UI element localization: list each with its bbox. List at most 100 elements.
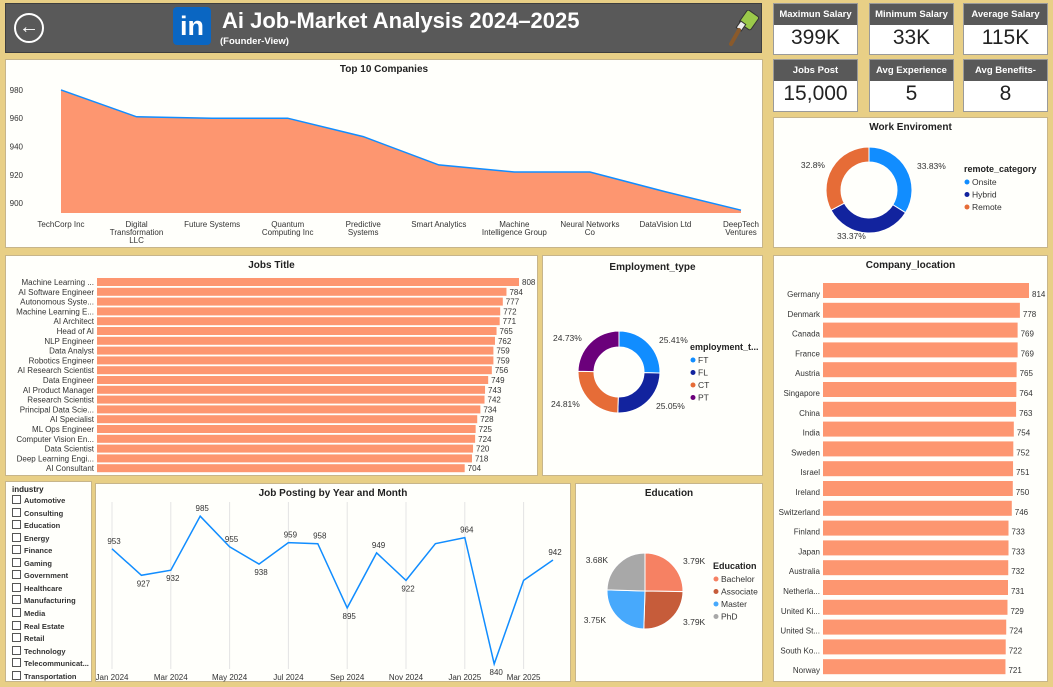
data-label: 725 <box>479 425 493 434</box>
bar <box>823 481 1013 496</box>
kpi-min-salary: Minimum Salary 33K <box>869 3 954 55</box>
paint-brush-icon[interactable] <box>728 10 760 48</box>
kpi-value: 399K <box>790 26 841 49</box>
slicer-item-label: Technology <box>24 646 66 656</box>
bar <box>97 425 476 433</box>
data-label: 840 <box>490 668 504 677</box>
category-label: France <box>795 349 820 358</box>
legend-item: Associate <box>721 587 758 597</box>
checkbox[interactable] <box>12 595 21 605</box>
data-label: 742 <box>488 396 502 405</box>
series-line <box>111 514 554 667</box>
checkbox[interactable] <box>12 658 21 668</box>
category-label: Japan <box>798 547 820 556</box>
legend-item: FL <box>698 368 708 378</box>
slicer-item-label: Automotive <box>24 496 66 505</box>
bar <box>823 382 1017 397</box>
checkbox[interactable] <box>12 633 21 643</box>
slicer-item[interactable]: Gaming <box>12 557 52 571</box>
data-label: 958 <box>313 532 327 541</box>
data-label: 769 <box>1021 349 1035 358</box>
kpi-label: Minimum Salary <box>870 4 953 25</box>
industry-slicer[interactable]: industry Automotive Consulting Education En… <box>5 481 92 682</box>
slicer-item[interactable]: Manufacturing <box>12 595 76 608</box>
company-location-chart: Germany 814 Denmark 778 Canada 769 France 769 Au… <box>779 283 1046 675</box>
checkbox[interactable] <box>12 507 21 517</box>
bar <box>823 342 1018 358</box>
checkbox[interactable] <box>12 570 21 580</box>
data-label: 764 <box>1019 389 1033 398</box>
slicer-item[interactable]: Telecommunicat... <box>12 658 89 671</box>
pie-slice <box>825 146 870 211</box>
checkbox[interactable] <box>12 645 21 655</box>
legend-item: FT <box>698 355 708 365</box>
bar <box>823 520 1009 536</box>
kpi-value: 5 <box>905 82 918 105</box>
bar <box>97 366 492 375</box>
bar <box>823 421 1014 437</box>
legend-item: PT <box>698 393 709 403</box>
back-arrow-icon: ← <box>19 16 39 38</box>
category-label: Switzerland <box>779 508 820 517</box>
data-label: 3.79K <box>683 617 706 627</box>
checkbox[interactable] <box>12 545 21 555</box>
bar <box>97 405 481 414</box>
kpi-label: Maximun Salary <box>774 4 857 25</box>
education-chart: 3.79K 3.79K 3.75K 3.68K Education Bachelor Ass… <box>584 552 758 630</box>
category-label: Australia <box>789 567 821 576</box>
education-panel: Education 3.79K 3.79K 3.75K 3.68K Education B… <box>575 483 763 682</box>
top-companies-panel: Top 10 Companies 900 920 940 960 980 TechCorp… <box>5 59 763 248</box>
bar <box>97 356 494 365</box>
category-label: India <box>803 429 821 438</box>
slicer-item[interactable]: Healthcare <box>12 582 62 596</box>
slicer-item[interactable]: Automotive <box>12 495 65 508</box>
checkbox[interactable] <box>12 670 21 680</box>
slicer-item[interactable]: Energy <box>12 532 49 546</box>
data-label: 784 <box>509 288 523 297</box>
kpi-label: Avg Benefits-Score <box>964 60 1047 97</box>
category-label: Research Scientist <box>27 396 94 405</box>
checkbox[interactable] <box>12 520 21 530</box>
slicer-item[interactable]: Education <box>12 520 60 533</box>
company-location-panel: Company_location Germany 814 Denmark 778 Can… <box>773 255 1048 682</box>
slicer-item[interactable]: Technology <box>12 645 66 659</box>
slicer-item[interactable]: Consulting <box>12 507 63 521</box>
slicer-item-label: Gaming <box>24 558 52 568</box>
slicer-item-label: Manufacturing <box>24 596 76 606</box>
checkbox[interactable] <box>12 582 21 592</box>
jobs-title-panel: Jobs Title Machine Learning ... 808 AI Sof… <box>5 255 538 476</box>
data-label: 778 <box>1023 310 1037 319</box>
checkbox[interactable] <box>12 557 21 567</box>
data-label: 732 <box>1011 567 1025 576</box>
slicer-item[interactable]: Retail <box>12 633 44 646</box>
category-label: AI Product Manager <box>23 386 94 395</box>
checkbox[interactable] <box>12 495 21 504</box>
slicer-item[interactable]: Media <box>12 607 45 621</box>
category-label: Autonomous Syste... <box>20 298 94 307</box>
category-label: Israel <box>800 468 820 477</box>
slicer-item[interactable]: Government <box>12 570 68 583</box>
checkbox[interactable] <box>12 620 21 630</box>
bar <box>97 317 500 326</box>
checkbox[interactable] <box>12 532 21 542</box>
category-label: United Ki... <box>781 607 820 616</box>
legend-marker <box>964 192 970 197</box>
data-label: 746 <box>1015 508 1029 517</box>
category-label: South Ko... <box>780 646 820 655</box>
slicer-item[interactable]: Real Estate <box>12 620 64 634</box>
x-tick-label: Mar 2025 <box>507 673 541 682</box>
data-label: 814 <box>1032 290 1046 299</box>
data-label: 932 <box>166 574 180 583</box>
kpi-avg-experience: Avg Experience 5 <box>869 59 954 112</box>
data-label: 733 <box>1012 547 1026 556</box>
data-label: 3.79K <box>683 556 706 566</box>
slicer-item[interactable]: Finance <box>12 545 52 558</box>
data-label: 938 <box>254 568 268 577</box>
checkbox[interactable] <box>12 607 21 617</box>
data-label: 959 <box>284 531 298 540</box>
data-label: 895 <box>343 612 357 621</box>
data-label: 724 <box>478 435 492 444</box>
back-button[interactable]: ← <box>14 13 44 43</box>
data-label: 765 <box>1020 369 1034 378</box>
slicer-item[interactable]: Transportation <box>12 670 77 684</box>
